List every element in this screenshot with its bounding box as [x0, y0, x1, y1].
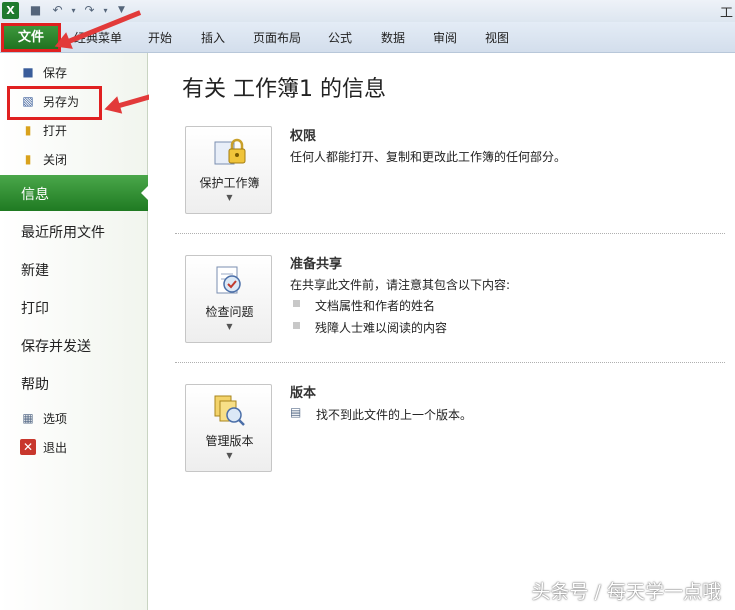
- nav-close[interactable]: ▮ 关闭: [0, 146, 148, 172]
- nav-new-label: 新建: [21, 263, 49, 279]
- nav-info-label: 信息: [21, 187, 49, 203]
- manage-versions-button[interactable]: 管理版本 ▼: [185, 384, 272, 472]
- nav-new[interactable]: 新建: [0, 251, 148, 287]
- versions-text: 找不到此文件的上一个版本。: [316, 408, 473, 422]
- info-panel: 有关 工作簿1 的信息 保护工作簿 ▼ 权限 任何人都能打开、复制和更改此工作簿…: [149, 53, 735, 610]
- nav-recent-label: 最近所用文件: [21, 225, 105, 241]
- version-document-icon: ▤: [290, 405, 302, 419]
- prepare-bullet-1: 文档属性和作者的姓名: [315, 299, 436, 313]
- excel-app-icon[interactable]: X: [2, 2, 19, 19]
- undo-icon[interactable]: ↶: [50, 3, 65, 18]
- permissions-text: 任何人都能打开、复制和更改此工作簿的任何部分。: [290, 150, 567, 164]
- check-issues-button[interactable]: 检查问题 ▼: [185, 255, 272, 343]
- save-icon[interactable]: ■: [28, 3, 43, 18]
- quick-access-toolbar: X ■ ↶ ▾ ↷ ▾ ▼ 工: [0, 0, 735, 22]
- versions-icon: [214, 395, 245, 426]
- watermark: 头条号 / 每天学一点哦: [531, 581, 721, 603]
- save-icon: ■: [22, 65, 34, 79]
- nav-save-send-label: 保存并发送: [21, 339, 91, 355]
- nav-print-label: 打印: [21, 301, 49, 317]
- nav-options[interactable]: ▦ 选项: [0, 405, 148, 431]
- tab-review[interactable]: 审阅: [433, 29, 457, 46]
- prepare-text: 在共享此文件前，请注意其包含以下内容:: [290, 278, 511, 292]
- redo-dropdown-icon[interactable]: ▾: [98, 3, 113, 18]
- backstage-nav: ■ 保存 ▧ 另存为 ▮ 打开 ▮ 关闭 信息 最近所用文件 新建 打印 保存并…: [0, 53, 149, 610]
- permissions-title: 权限: [290, 129, 317, 144]
- window-title: 工: [719, 6, 733, 21]
- nav-save[interactable]: ■ 保存: [0, 59, 148, 85]
- undo-dropdown-icon[interactable]: ▾: [66, 3, 81, 18]
- inspect-document-icon: [216, 266, 241, 294]
- nav-open-label: 打开: [43, 124, 68, 138]
- nav-help[interactable]: 帮助: [0, 365, 148, 401]
- prepare-title: 准备共享: [290, 257, 343, 272]
- divider: [175, 233, 725, 234]
- nav-print[interactable]: 打印: [0, 289, 148, 325]
- open-folder-icon: ▮: [24, 123, 32, 137]
- protect-workbook-button[interactable]: 保护工作簿 ▼: [185, 126, 272, 214]
- tab-formulas[interactable]: 公式: [328, 29, 352, 46]
- chevron-down-icon: ▼: [226, 451, 233, 460]
- save-as-highlight-box: [7, 86, 102, 120]
- tab-view[interactable]: 视图: [485, 29, 509, 46]
- redo-icon[interactable]: ↷: [82, 3, 97, 18]
- prepare-bullet-2: 残障人士难以阅读的内容: [315, 321, 448, 335]
- nav-recent[interactable]: 最近所用文件: [0, 213, 148, 249]
- nav-info[interactable]: 信息: [0, 175, 149, 211]
- protect-workbook-label: 保护工作簿: [199, 176, 260, 190]
- check-issues-label: 检查问题: [205, 305, 254, 319]
- chevron-down-icon: ▼: [226, 322, 233, 331]
- tab-home[interactable]: 开始: [148, 29, 172, 46]
- tab-insert[interactable]: 插入: [201, 29, 225, 46]
- close-folder-icon: ▮: [24, 152, 32, 166]
- bullet-icon: [293, 300, 300, 307]
- nav-options-label: 选项: [43, 412, 68, 426]
- bullet-icon: [293, 322, 300, 329]
- tab-data[interactable]: 数据: [381, 29, 405, 46]
- tab-page-layout[interactable]: 页面布局: [253, 29, 301, 46]
- versions-title: 版本: [290, 386, 317, 401]
- lock-icon: [214, 138, 246, 165]
- options-icon: ▦: [22, 411, 34, 425]
- exit-icon: ✕: [20, 439, 36, 455]
- nav-save-label: 保存: [43, 66, 68, 80]
- nav-exit[interactable]: ✕ 退出: [0, 434, 148, 460]
- manage-versions-label: 管理版本: [205, 434, 254, 448]
- page-title: 有关 工作簿1 的信息: [182, 77, 386, 102]
- nav-open[interactable]: ▮ 打开: [0, 117, 148, 143]
- nav-close-label: 关闭: [43, 153, 68, 167]
- chevron-down-icon: ▼: [226, 193, 233, 202]
- nav-save-send[interactable]: 保存并发送: [0, 327, 148, 363]
- nav-help-label: 帮助: [21, 377, 49, 393]
- divider: [175, 362, 725, 363]
- nav-exit-label: 退出: [43, 441, 68, 455]
